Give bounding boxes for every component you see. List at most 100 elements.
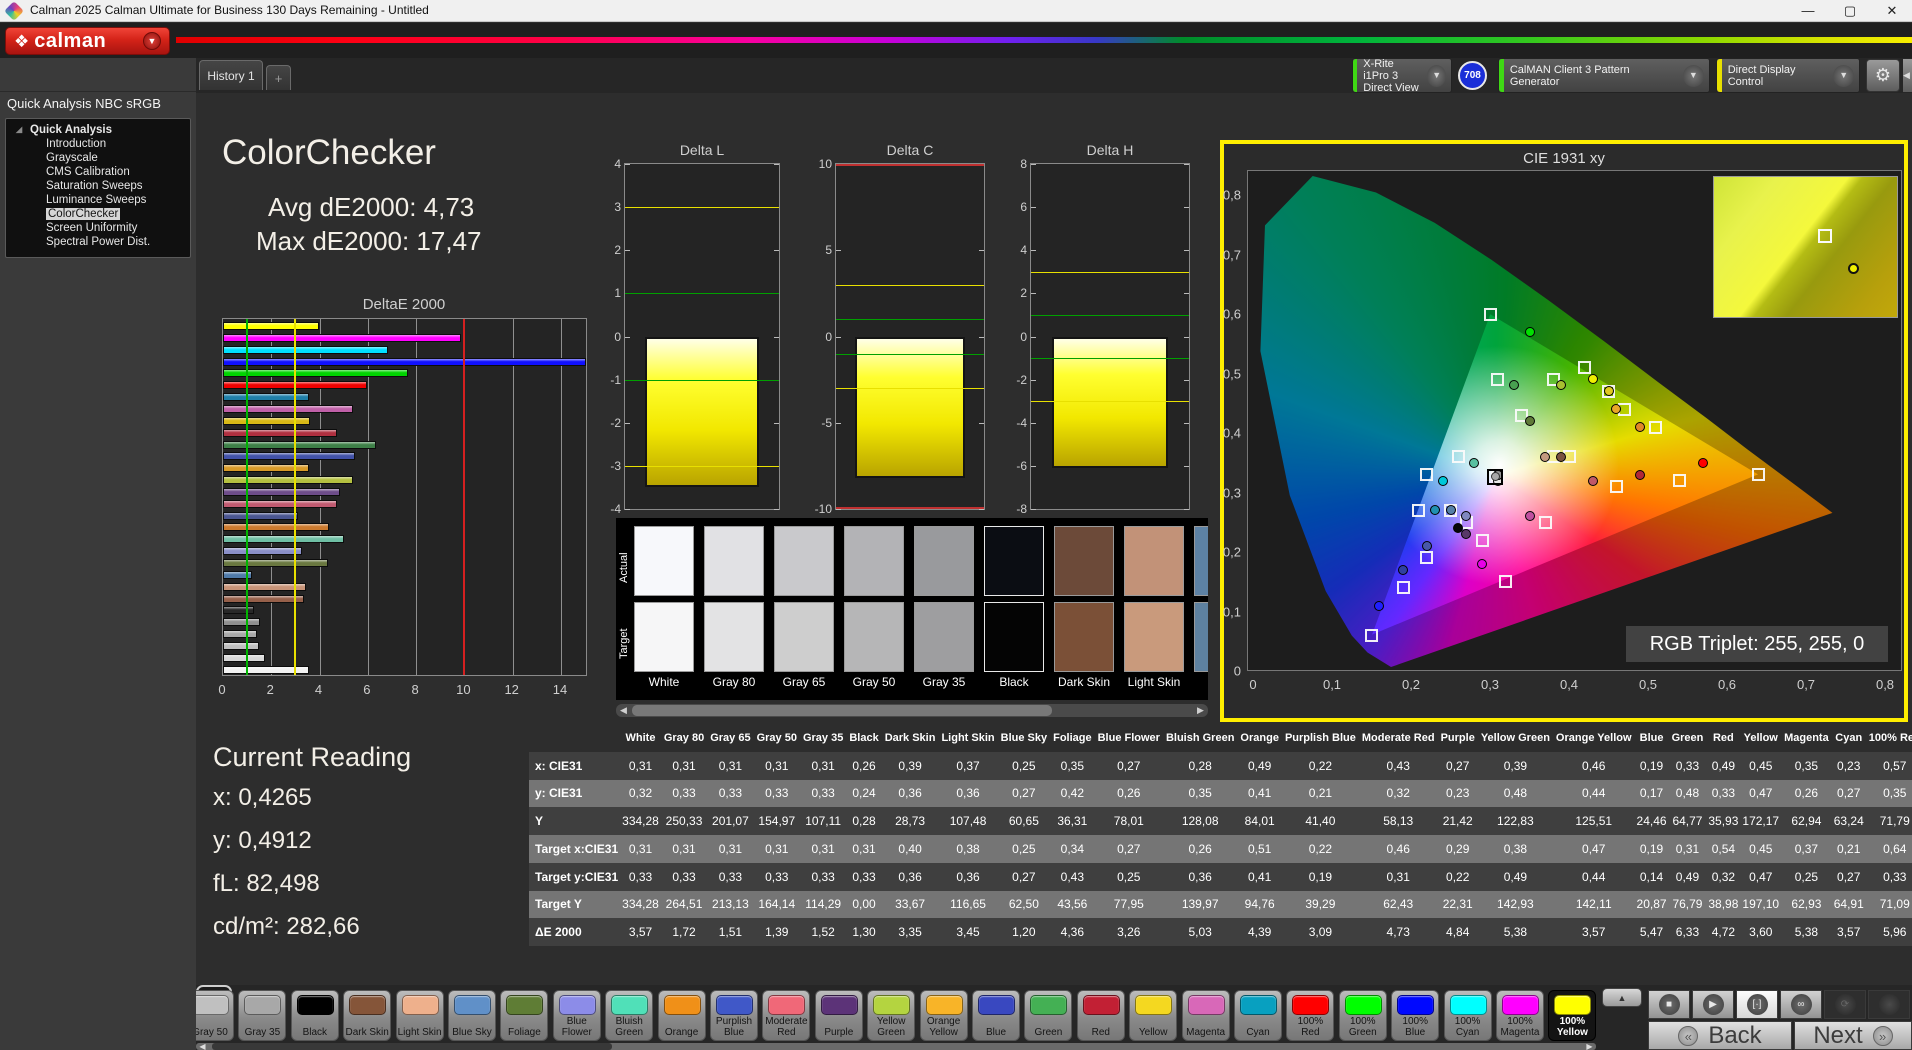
display-control-dropdown[interactable]: Direct Display Control ▼ <box>1716 58 1860 93</box>
patch-button-purplish-blue[interactable]: Purplish Blue <box>710 990 758 1041</box>
tick-mark <box>979 509 984 510</box>
settings-gear-button[interactable]: ⚙ <box>1866 59 1900 92</box>
patch-button-orange[interactable]: Orange <box>658 990 706 1041</box>
patch-button-red[interactable]: Red <box>1077 990 1125 1041</box>
patch-button-black[interactable]: Black <box>291 990 339 1041</box>
table-cell: 35,93 <box>1706 807 1740 835</box>
sidebar-item-grayscale[interactable]: Grayscale <box>6 151 190 165</box>
sidebar-item-cms-calibration[interactable]: CMS Calibration <box>6 165 190 179</box>
close-button[interactable]: ✕ <box>1872 0 1912 22</box>
table-cell: 0,33 <box>620 863 661 891</box>
de-bar-moderate-red <box>223 500 337 508</box>
current-reading-cdm2: cd/m²: 282,66 <box>213 913 360 941</box>
scroll-right-icon[interactable]: ▶ <box>1194 705 1207 716</box>
patch-button-purple[interactable]: Purple <box>815 990 863 1041</box>
table-cell: 0,39 <box>1478 752 1553 780</box>
sidebar-item-introduction[interactable]: Introduction <box>6 137 190 151</box>
patch-button-yellow-green[interactable]: Yellow Green <box>867 990 915 1041</box>
patch-button-light-skin[interactable]: Light Skin <box>396 990 444 1041</box>
play-button[interactable]: ▶ <box>1692 990 1734 1019</box>
target-marker-100-blue <box>1365 629 1378 642</box>
swatch-label: Gray 50 <box>844 675 904 689</box>
table-cell: 22,31 <box>1438 891 1478 919</box>
patch-button-100-yellow[interactable]: 100% Yellow <box>1548 990 1596 1041</box>
cie-1931-panel[interactable]: CIE 1931 xy RGB Triplet: 255, 255, 0 00,… <box>1220 140 1908 722</box>
add-tab-button[interactable]: + <box>266 65 291 90</box>
patch-button-100-green[interactable]: 100% Green <box>1339 990 1387 1041</box>
swatch-scroll-thumb[interactable] <box>632 705 1052 716</box>
sidebar-item-quick-analysis[interactable]: Quick Analysis <box>6 123 190 137</box>
pattern-mode-button[interactable]: [·] <box>1736 990 1778 1019</box>
patch-button-gray-50[interactable]: Gray 50 <box>196 990 234 1041</box>
table-cell: 0,31 <box>754 835 800 863</box>
titlebar: Calman 2025 Calman Ultimate for Business… <box>0 0 1912 22</box>
minimize-button[interactable]: — <box>1788 0 1828 22</box>
table-cell: 0,31 <box>846 835 881 863</box>
table-cell: 0,31 <box>800 752 846 780</box>
pattern-generator-dropdown[interactable]: CalMAN Client 3 Pattern Generator ▼ <box>1498 58 1710 93</box>
pattern-scroll-thumb[interactable] <box>212 1043 612 1050</box>
table-cell: 0,31 <box>707 835 753 863</box>
patch-button-100-magenta[interactable]: 100% Magenta <box>1496 990 1544 1041</box>
cie-x-tick: 0,2 <box>1402 677 1420 692</box>
scroll-right-icon[interactable]: ▶ <box>1583 1042 1596 1050</box>
maximize-button[interactable]: ▢ <box>1830 0 1870 22</box>
patch-button-100-cyan[interactable]: 100% Cyan <box>1444 990 1492 1041</box>
patch-button-100-red[interactable]: 100% Red <box>1286 990 1334 1041</box>
y-tick-label: -4 <box>1016 416 1031 430</box>
patch-button-magenta[interactable]: Magenta <box>1182 990 1230 1041</box>
patch-button-orange-yellow[interactable]: Orange Yellow <box>920 990 968 1041</box>
delta-c-bar <box>855 337 965 478</box>
patch-label: Purple <box>816 1028 862 1039</box>
swatch-scrollbar[interactable]: ◀ ▶ <box>616 704 1208 717</box>
extra-button[interactable] <box>1868 990 1910 1019</box>
table-cell: 3,09 <box>1282 918 1359 946</box>
current-patch-marker <box>1487 469 1503 485</box>
table-cell: 0,49 <box>1237 752 1282 780</box>
sidebar-item-saturation-sweeps[interactable]: Saturation Sweeps <box>6 179 190 193</box>
patch-button-yellow[interactable]: Yellow <box>1129 990 1177 1041</box>
tab-history-1[interactable]: History 1 <box>199 60 263 90</box>
sync-button[interactable]: ⟳ <box>1824 990 1866 1019</box>
patch-button-blue-sky[interactable]: Blue Sky <box>448 990 496 1041</box>
calman-logo-button[interactable]: ❖ calman ▼ <box>5 27 170 55</box>
patch-button-gray-35[interactable]: Gray 35 <box>238 990 286 1041</box>
scroll-left-icon[interactable]: ◀ <box>196 1042 209 1050</box>
sidebar-item-screen-uniformity[interactable]: Screen Uniformity <box>6 221 190 235</box>
patch-button-blue[interactable]: Blue <box>972 990 1020 1041</box>
meter-badge[interactable]: 708 <box>1458 61 1487 90</box>
tick-mark <box>836 423 841 424</box>
table-cell: 0,19 <box>1635 752 1669 780</box>
chevron-down-icon[interactable]: ▼ <box>143 32 161 50</box>
y-tick-label: -3 <box>610 459 625 473</box>
patch-button-green[interactable]: Green <box>1024 990 1072 1041</box>
actual-swatch-light-skin <box>1124 526 1184 596</box>
patch-button-moderate-red[interactable]: Moderate Red <box>762 990 810 1041</box>
stop-button[interactable]: ■ <box>1648 990 1690 1019</box>
table-cell: 64,77 <box>1669 807 1707 835</box>
table-cell: 3,35 <box>882 918 939 946</box>
pattern-up-chevron-button[interactable]: ▲ <box>1602 988 1642 1007</box>
loop-button[interactable]: ∞ <box>1780 990 1822 1019</box>
reference-line <box>1031 401 1189 402</box>
back-button[interactable]: « Back <box>1648 1021 1792 1050</box>
patch-button-foliage[interactable]: Foliage <box>500 990 548 1041</box>
collapse-right-panel-button[interactable]: ◀ <box>1903 59 1912 92</box>
sidebar-item-luminance-sweeps[interactable]: Luminance Sweeps <box>6 193 190 207</box>
table-cell: 0,40 <box>882 835 939 863</box>
sidebar-item-colorchecker[interactable]: ColorChecker <box>6 207 190 221</box>
table-cell: 0,33 <box>1706 780 1740 808</box>
next-button[interactable]: Next » <box>1794 1021 1912 1050</box>
pattern-scrollbar[interactable]: ◀ ▶ <box>196 1043 1596 1050</box>
patch-button-100-blue[interactable]: 100% Blue <box>1391 990 1439 1041</box>
meter-dropdown[interactable]: X-Rite i1Pro 3Direct View ▼ <box>1352 58 1452 93</box>
patch-button-blue-flower[interactable]: Blue Flower <box>553 990 601 1041</box>
chevron-down-icon: ▼ <box>1833 65 1854 87</box>
patch-button-dark-skin[interactable]: Dark Skin <box>343 990 391 1041</box>
patch-button-bluish-green[interactable]: Bluish Green <box>605 990 653 1041</box>
sidebar-item-spectral-power-dist-[interactable]: Spectral Power Dist. <box>6 235 190 249</box>
patch-button-cyan[interactable]: Cyan <box>1234 990 1282 1041</box>
table-cell: 0,32 <box>1706 863 1740 891</box>
scroll-left-icon[interactable]: ◀ <box>617 705 630 716</box>
tick-mark <box>625 509 630 510</box>
